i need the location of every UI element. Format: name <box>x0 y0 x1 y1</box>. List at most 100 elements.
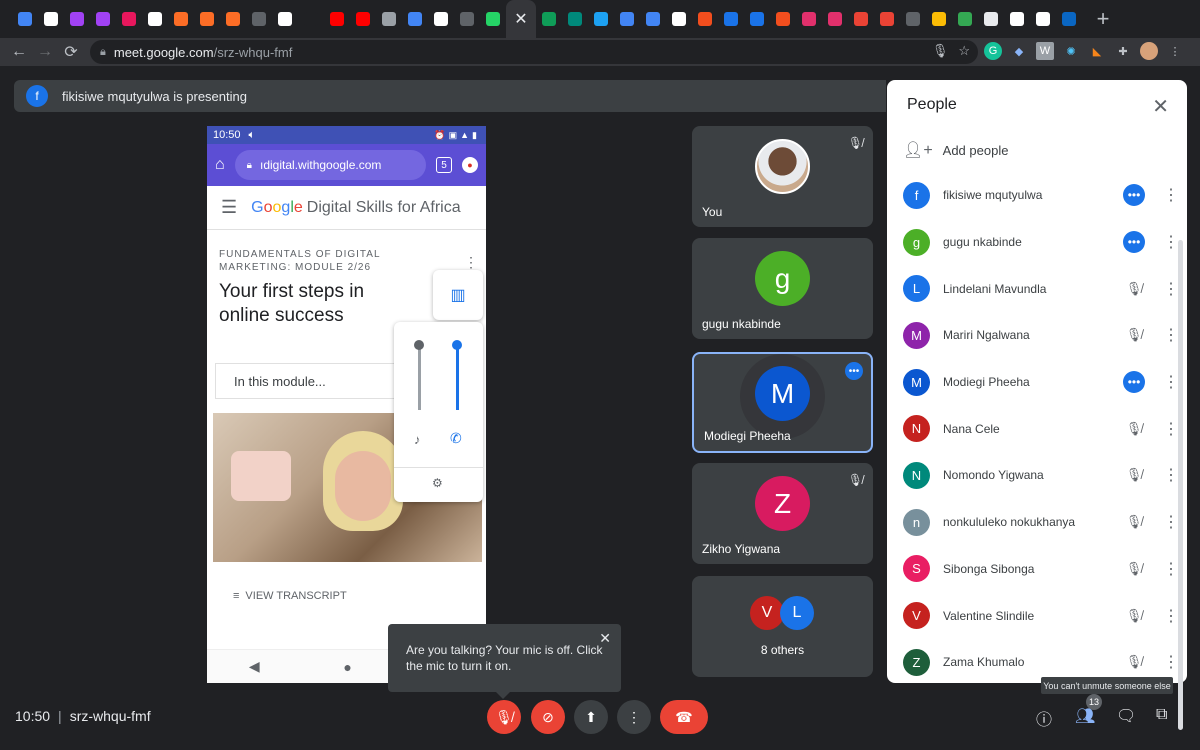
grammarly-icon[interactable]: G <box>984 42 1002 60</box>
participant-row[interactable]: N Nana Cele 🎙︎̸ ⋮ <box>903 405 1179 452</box>
tab-39-favicon[interactable] <box>1004 0 1030 38</box>
people-icon[interactable]: 👥︎ <box>1075 706 1095 726</box>
tab-31-favicon[interactable] <box>796 0 822 38</box>
chrome-menu-icon[interactable]: ⋮ <box>1166 42 1184 60</box>
more-options-icon[interactable]: ⋮ <box>1163 559 1179 579</box>
speaking-indicator-icon[interactable]: ••• <box>1123 371 1145 394</box>
more-options-button[interactable]: ⋮ <box>617 700 651 734</box>
participant-row[interactable]: S Sibonga Sibonga 🎙︎̸ ⋮ <box>903 546 1179 593</box>
tab-21-favicon[interactable] <box>536 0 562 38</box>
info-icon[interactable]: ⓘ <box>1036 706 1052 730</box>
tab-5-favicon[interactable] <box>116 0 142 38</box>
extension-w-icon[interactable]: W <box>1036 42 1054 60</box>
tab-24-favicon[interactable] <box>614 0 640 38</box>
tab-16-favicon[interactable] <box>402 0 428 38</box>
tab-3-favicon[interactable] <box>64 0 90 38</box>
more-options-icon[interactable]: ⋮ <box>1163 232 1179 252</box>
tab-26-favicon[interactable] <box>666 0 692 38</box>
participant-row[interactable]: f fikisiwe mqutyulwa ••• ⋮ <box>903 172 1179 219</box>
tile-zikho[interactable]: 🎙︎̸ Z Zikho Yigwana <box>692 463 873 564</box>
tab-14-favicon[interactable] <box>350 0 376 38</box>
extension-icon[interactable]: ◆ <box>1010 42 1028 60</box>
tile-others[interactable]: V L 8 others <box>692 576 873 677</box>
reload-icon[interactable]: ⟳ <box>58 42 84 62</box>
close-icon[interactable]: ✕ <box>1152 94 1169 119</box>
metamask-icon[interactable]: ◣ <box>1088 42 1106 60</box>
tab-32-favicon[interactable] <box>822 0 848 38</box>
tile-you[interactable]: 🎙︎̸ You <box>692 126 873 227</box>
mic-off-icon[interactable]: 🎙︎̸ <box>1123 558 1145 580</box>
add-people-button[interactable]: 👤︎+ Add people <box>903 140 1008 160</box>
tab-1-favicon[interactable] <box>12 0 38 38</box>
mic-off-icon[interactable]: 🎙︎̸ <box>1123 278 1145 300</box>
tab-4-favicon[interactable] <box>90 0 116 38</box>
tab-13-favicon[interactable] <box>324 0 350 38</box>
tab-8-favicon[interactable] <box>194 0 220 38</box>
tab-7-favicon[interactable] <box>168 0 194 38</box>
puzzle-icon[interactable]: ✚ <box>1114 42 1132 60</box>
mic-off-icon[interactable]: 🎙︎̸ <box>1123 418 1145 440</box>
mic-toggle-button[interactable]: 🎙︎̸ <box>487 700 521 734</box>
tab-19-favicon[interactable] <box>480 0 506 38</box>
extension-swirl-icon[interactable]: ✺ <box>1062 42 1080 60</box>
participant-row[interactable]: g gugu nkabinde ••• ⋮ <box>903 219 1179 266</box>
forward-icon[interactable]: → <box>32 43 58 61</box>
tab-28-favicon[interactable] <box>718 0 744 38</box>
tab-11-favicon[interactable] <box>272 0 298 38</box>
participant-row[interactable]: n nonkululeko nokukhanya 🎙︎̸ ⋮ <box>903 499 1179 546</box>
more-options-icon[interactable]: ⋮ <box>1163 325 1179 345</box>
mic-off-icon[interactable]: 🎙︎̸ <box>1123 324 1145 346</box>
camera-toggle-button[interactable]: ⊘ <box>531 700 565 734</box>
active-tab[interactable]: ✕ <box>506 0 536 38</box>
tab-2-favicon[interactable] <box>38 0 64 38</box>
tab-36-favicon[interactable] <box>926 0 952 38</box>
participant-row[interactable]: N Nomondo Yigwana 🎙︎̸ ⋮ <box>903 452 1179 499</box>
tab-12-favicon[interactable] <box>298 0 324 38</box>
chat-icon[interactable]: 🗨︎ <box>1116 706 1136 726</box>
activities-icon[interactable]: ⧉ <box>1156 706 1167 724</box>
more-options-icon[interactable]: ⋮ <box>1163 465 1179 485</box>
participant-row[interactable]: V Valentine Slindile 🎙︎̸ ⋮ <box>903 592 1179 639</box>
more-options-icon[interactable]: ⋮ <box>1163 419 1179 439</box>
tab-6-favicon[interactable] <box>142 0 168 38</box>
new-tab-button[interactable]: + <box>1088 6 1118 32</box>
tab-30-favicon[interactable] <box>770 0 796 38</box>
participant-row[interactable]: L Lindelani Mavundla 🎙︎̸ ⋮ <box>903 265 1179 312</box>
more-options-icon[interactable]: ⋮ <box>1163 279 1179 299</box>
tab-41-favicon[interactable] <box>1056 0 1082 38</box>
tab-38-favicon[interactable] <box>978 0 1004 38</box>
more-options-icon[interactable]: ⋮ <box>1163 185 1179 205</box>
more-options-icon[interactable]: ⋮ <box>1163 372 1179 392</box>
tile-gugu[interactable]: g gugu nkabinde <box>692 238 873 339</box>
more-options-icon[interactable]: ⋮ <box>1163 512 1179 532</box>
tab-25-favicon[interactable] <box>640 0 666 38</box>
tab-27-favicon[interactable] <box>692 0 718 38</box>
bookmark-star-icon[interactable]: ☆ <box>958 43 970 59</box>
mic-off-icon[interactable]: 🎙︎̸ <box>1123 605 1145 627</box>
speaking-indicator-icon[interactable]: ••• <box>1123 231 1145 254</box>
close-tab-icon[interactable]: ✕ <box>514 9 527 29</box>
close-icon[interactable]: ✕ <box>599 630 611 646</box>
leave-call-button[interactable]: ☎ <box>660 700 708 734</box>
tab-33-favicon[interactable] <box>848 0 874 38</box>
tab-37-favicon[interactable] <box>952 0 978 38</box>
tab-18-favicon[interactable] <box>454 0 480 38</box>
speaking-indicator-icon[interactable]: ••• <box>1123 184 1145 207</box>
present-screen-button[interactable]: ⬆ <box>574 700 608 734</box>
participant-row[interactable]: M Modiegi Pheeha ••• ⋮ <box>903 359 1179 406</box>
more-options-icon[interactable]: ⋮ <box>1163 606 1179 626</box>
profile-avatar[interactable] <box>1140 42 1158 60</box>
address-bar[interactable]: 🔒︎ meet.google.com/srz-whqu-fmf 🎙︎ ☆ <box>90 40 978 64</box>
tab-29-favicon[interactable] <box>744 0 770 38</box>
tab-9-favicon[interactable] <box>220 0 246 38</box>
scrollbar[interactable] <box>1178 240 1183 730</box>
more-options-icon[interactable]: ⋮ <box>1163 652 1179 672</box>
mic-off-icon[interactable]: 🎙︎̸ <box>1123 651 1145 673</box>
tab-23-favicon[interactable] <box>588 0 614 38</box>
tab-15-favicon[interactable] <box>376 0 402 38</box>
back-icon[interactable]: ← <box>6 43 32 61</box>
tile-modiegi[interactable]: M ••• Modiegi Pheeha <box>692 352 873 453</box>
mic-off-icon[interactable]: 🎙︎̸ <box>1123 464 1145 486</box>
tab-10-favicon[interactable] <box>246 0 272 38</box>
tab-35-favicon[interactable] <box>900 0 926 38</box>
